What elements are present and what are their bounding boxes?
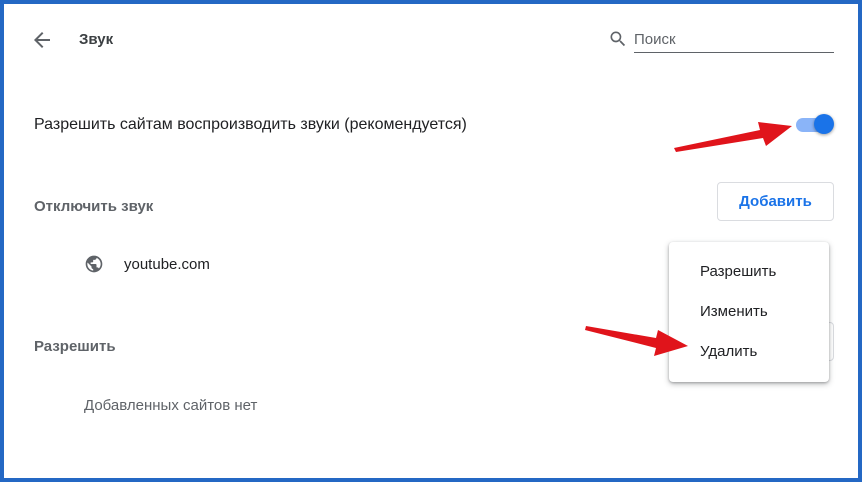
allow-sound-toggle[interactable] — [794, 114, 834, 134]
search-input[interactable] — [634, 26, 834, 53]
search-box — [608, 26, 834, 54]
settings-window-frame: Звук Разрешить сайтам воспроизводить зву… — [0, 0, 862, 482]
menu-item-delete[interactable]: Удалить — [669, 332, 829, 372]
menu-item-edit[interactable]: Изменить — [669, 292, 829, 332]
allow-empty-text: Добавленных сайтов нет — [84, 397, 258, 414]
site-context-menu: Разрешить Изменить Удалить — [669, 242, 829, 382]
globe-icon — [85, 255, 103, 273]
allow-sound-label: Разрешить сайтам воспроизводить звуки (р… — [34, 116, 467, 133]
page-title: Звук — [79, 31, 114, 48]
toggle-knob — [814, 114, 834, 134]
allow-section-title: Разрешить — [34, 338, 116, 355]
search-icon[interactable] — [608, 29, 628, 49]
annotation-arrow-toggle-icon — [674, 122, 792, 152]
add-muted-site-button[interactable]: Добавить — [717, 182, 834, 221]
mute-section-title: Отключить звук — [34, 198, 154, 215]
arrow-left-icon[interactable] — [30, 28, 54, 52]
menu-item-allow[interactable]: Разрешить — [669, 252, 829, 292]
site-name: youtube.com — [124, 256, 210, 273]
